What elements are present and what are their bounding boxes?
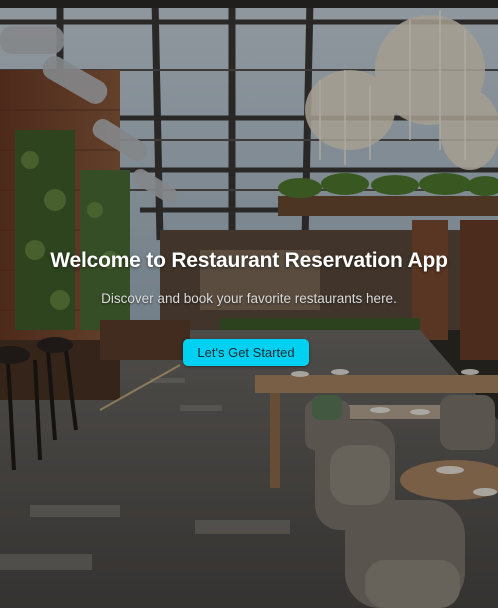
hero-section: Welcome to Restaurant Reservation App Di… — [0, 0, 498, 608]
hero-subtitle: Discover and book your favorite restaura… — [101, 291, 397, 306]
get-started-button[interactable]: Let's Get Started — [183, 339, 309, 366]
hero-title: Welcome to Restaurant Reservation App — [50, 249, 448, 272]
hero-content: Welcome to Restaurant Reservation App Di… — [0, 0, 498, 608]
